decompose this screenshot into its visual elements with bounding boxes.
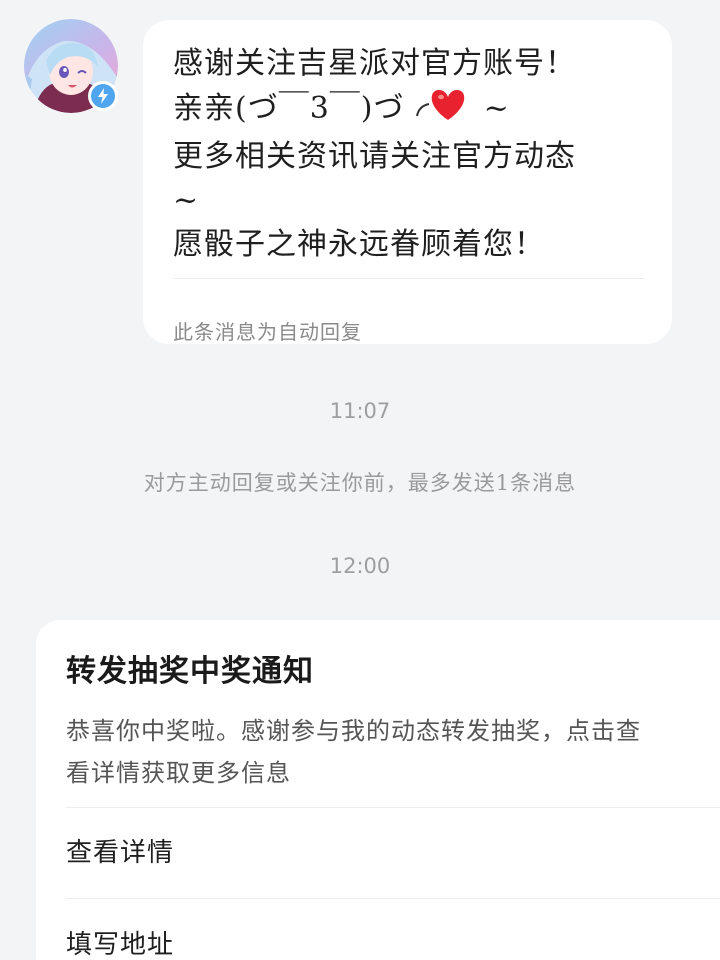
auto-reply-message: 感谢关注吉星派对官方账号！ 亲亲(づ￣3￣)づ ~ 更多相关资讯请关注官方动态 … [143,20,672,344]
card-description-line: 看详情获取更多信息 [66,759,291,787]
sender-avatar[interactable] [24,19,118,113]
message-line: ~ [173,183,200,218]
message-line: 更多相关资讯请关注官方动态 [173,139,576,174]
card-title: 转发抽奖中奖通知 [66,654,314,689]
heart-icon [415,86,473,135]
message-emoticon: 亲亲(づ￣3￣)づ [173,91,405,126]
view-details-button[interactable]: 查看详情 [66,832,174,869]
verified-badge [88,81,118,111]
fill-address-button[interactable]: 填写地址 [66,924,174,960]
chat-page: 感谢关注吉星派对官方账号！ 亲亲(づ￣3￣)づ ~ 更多相关资讯请关注官方动态 … [0,0,720,960]
message-line: 感谢关注吉星派对官方账号！ [173,46,576,81]
message-line: 愿骰子之神永远眷顾着您！ [173,227,545,262]
messaging-limit-notice: 对方主动回复或关注你前，最多发送1条消息 [143,471,577,495]
prize-notification-card[interactable]: 转发抽奖中奖通知 恭喜你中奖啦。感谢参与我的动态转发抽奖，点击查 看详情获取更多… [36,620,720,960]
tilde-text: ~ [483,91,510,126]
card-description-line: 恭喜你中奖啦。感谢参与我的动态转发抽奖，点击查 [66,717,641,745]
bubble-divider [173,278,644,279]
timestamp: 11:07 [329,399,391,423]
verified-lightning-icon [98,88,108,104]
timestamp: 12:00 [329,554,391,578]
message-line: 亲亲(づ￣3￣)づ ~ [173,86,644,135]
card-divider [66,898,720,899]
card-divider [66,807,720,808]
auto-reply-note: 此条消息为自动回复 [173,320,362,344]
card-description: 恭喜你中奖啦。感谢参与我的动态转发抽奖，点击查 看详情获取更多信息 [66,710,720,794]
